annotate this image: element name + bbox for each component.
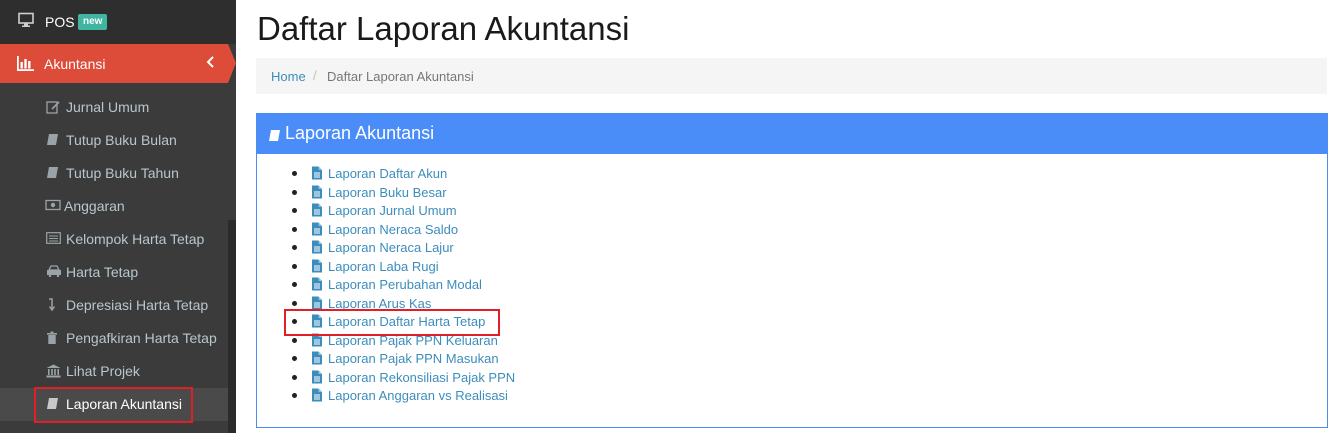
breadcrumb-current: Daftar Laporan Akuntansi — [327, 69, 474, 84]
report-list-item: Laporan Rekonsiliasi Pajak PPN — [257, 368, 957, 387]
report-list-item: Laporan Jurnal Umum — [257, 201, 957, 220]
sidebar-item-tutup-buku-tahun[interactable]: Tutup Buku Tahun — [0, 157, 236, 190]
report-link[interactable]: Laporan Daftar Akun — [328, 166, 447, 181]
report-list-item: Laporan Daftar Harta Tetap — [257, 312, 957, 331]
report-list-item: Laporan Laba Rugi — [257, 257, 957, 276]
active-indicator — [228, 44, 236, 83]
report-link[interactable]: Laporan Rekonsiliasi Pajak PPN — [328, 370, 515, 385]
breadcrumb: Home / Daftar Laporan Akuntansi — [256, 58, 1327, 94]
bullet-dot — [292, 245, 297, 250]
sidebar-item-pos[interactable]: POS new — [0, 0, 236, 44]
book-icon — [46, 133, 62, 149]
chevron-left-icon — [206, 55, 215, 72]
sidebar-item-label: Pengafkiran Harta Tetap — [66, 330, 217, 346]
report-list-item: Laporan Buku Besar — [257, 183, 957, 202]
trash-icon — [46, 331, 62, 347]
sidebar-item-label: Tutup Buku Bulan — [66, 132, 177, 148]
sidebar-item-harta-tetap[interactable]: Harta Tetap — [0, 256, 236, 289]
file-text-icon — [311, 388, 323, 407]
report-panel: Laporan Akuntansi Laporan Daftar Akun Lap… — [256, 113, 1328, 428]
bullet-dot — [292, 319, 297, 324]
sidebar-item-jurnal-umum[interactable]: Jurnal Umum — [0, 91, 236, 124]
report-link[interactable]: Laporan Daftar Harta Tetap — [328, 314, 485, 329]
breadcrumb-separator: / — [313, 68, 317, 83]
report-link[interactable]: Laporan Pajak PPN Masukan — [328, 351, 499, 366]
bullet-dot — [292, 337, 297, 343]
sidebar-item-anggaran[interactable]: Anggaran — [0, 190, 236, 223]
bar-chart-icon — [17, 56, 34, 74]
report-link[interactable]: Laporan Buku Besar — [328, 185, 447, 200]
report-list-item: Laporan Neraca Lajur — [257, 238, 957, 257]
breadcrumb-home-link[interactable]: Home — [271, 69, 306, 84]
edit-icon — [46, 100, 62, 116]
book-icon — [46, 397, 62, 413]
bullet-dot — [292, 356, 297, 361]
bullet-dot — [292, 263, 297, 269]
sidebar-item-pengafkiran-harta-tetap[interactable]: Pengafkiran Harta Tetap — [0, 322, 236, 355]
sidebar-item-label: Depresiasi Harta Tetap — [66, 297, 209, 313]
money-icon — [45, 199, 61, 215]
bullet-dot — [292, 189, 297, 195]
report-list-item: Laporan Daftar Akun — [257, 164, 957, 183]
sidebar-item-label: Lihat Projek — [66, 363, 140, 379]
report-link[interactable]: Laporan Laba Rugi — [328, 259, 439, 274]
sidebar-item-depresiasi-harta-tetap[interactable]: Depresiasi Harta Tetap — [0, 289, 236, 322]
book-icon — [46, 166, 62, 182]
bank-icon — [46, 364, 62, 380]
report-link[interactable]: Laporan Pajak PPN Keluaran — [328, 333, 498, 348]
desktop-icon — [18, 12, 34, 31]
report-list-item: Laporan Arus Kas — [257, 294, 957, 313]
report-list-item: Laporan Anggaran vs Realisasi — [257, 386, 957, 405]
panel-title: Laporan Akuntansi — [285, 123, 435, 143]
report-link[interactable]: Laporan Perubahan Modal — [328, 277, 482, 292]
report-list-item: Laporan Pajak PPN Masukan — [257, 349, 957, 368]
book-icon — [268, 126, 281, 147]
list-icon — [46, 232, 62, 248]
bullet-dot — [292, 171, 297, 176]
sidebar-item-kelompok-harta-tetap[interactable]: Kelompok Harta Tetap — [0, 223, 236, 256]
new-badge: new — [78, 14, 108, 30]
sidebar-item-label: Laporan Akuntansi — [66, 396, 182, 412]
sidebar-item-laporan-akuntansi[interactable]: Laporan Akuntansi — [0, 388, 236, 421]
panel-header: Laporan Akuntansi — [257, 114, 1327, 154]
report-link[interactable]: Laporan Neraca Saldo — [328, 222, 458, 237]
sidebar-item-label: Anggaran — [64, 198, 125, 214]
report-link[interactable]: Laporan Arus Kas — [328, 296, 431, 311]
bullet-dot — [292, 374, 297, 380]
sidebar-submenu: Jurnal Umum Tutup Buku Bulan Tutup Buku … — [0, 91, 236, 421]
sidebar-item-label: POS — [45, 14, 75, 30]
page-title: Daftar Laporan Akuntansi — [257, 10, 630, 47]
sidebar: POS new Akuntansi Jurnal Umum Tutup Buku… — [0, 0, 236, 433]
bullet-dot — [292, 282, 297, 287]
bullet-dot — [292, 300, 297, 306]
level-down-icon — [46, 298, 62, 314]
sidebar-item-label: Kelompok Harta Tetap — [66, 231, 205, 247]
report-list: Laporan Daftar Akun Laporan Buku Besar Lap… — [257, 164, 957, 405]
car-icon — [46, 265, 62, 281]
sidebar-scrollbar[interactable] — [228, 220, 236, 433]
sidebar-item-tutup-buku-bulan[interactable]: Tutup Buku Bulan — [0, 124, 236, 157]
report-link[interactable]: Laporan Neraca Lajur — [328, 240, 454, 255]
sidebar-item-lihat-projek[interactable]: Lihat Projek — [0, 355, 236, 388]
bullet-dot — [292, 226, 297, 232]
sidebar-item-label: Harta Tetap — [66, 264, 139, 280]
bullet-dot — [292, 393, 297, 398]
sidebar-item-akuntansi[interactable]: Akuntansi — [0, 44, 228, 83]
report-link[interactable]: Laporan Jurnal Umum — [328, 203, 457, 218]
bullet-dot — [292, 208, 297, 213]
sidebar-item-label: Akuntansi — [44, 56, 106, 72]
report-list-item: Laporan Neraca Saldo — [257, 220, 957, 239]
sidebar-item-label: Tutup Buku Tahun — [66, 165, 179, 181]
report-list-item: Laporan Pajak PPN Keluaran — [257, 331, 957, 350]
report-list-item: Laporan Perubahan Modal — [257, 275, 957, 294]
sidebar-item-label: Jurnal Umum — [66, 99, 150, 115]
report-link[interactable]: Laporan Anggaran vs Realisasi — [328, 388, 508, 403]
